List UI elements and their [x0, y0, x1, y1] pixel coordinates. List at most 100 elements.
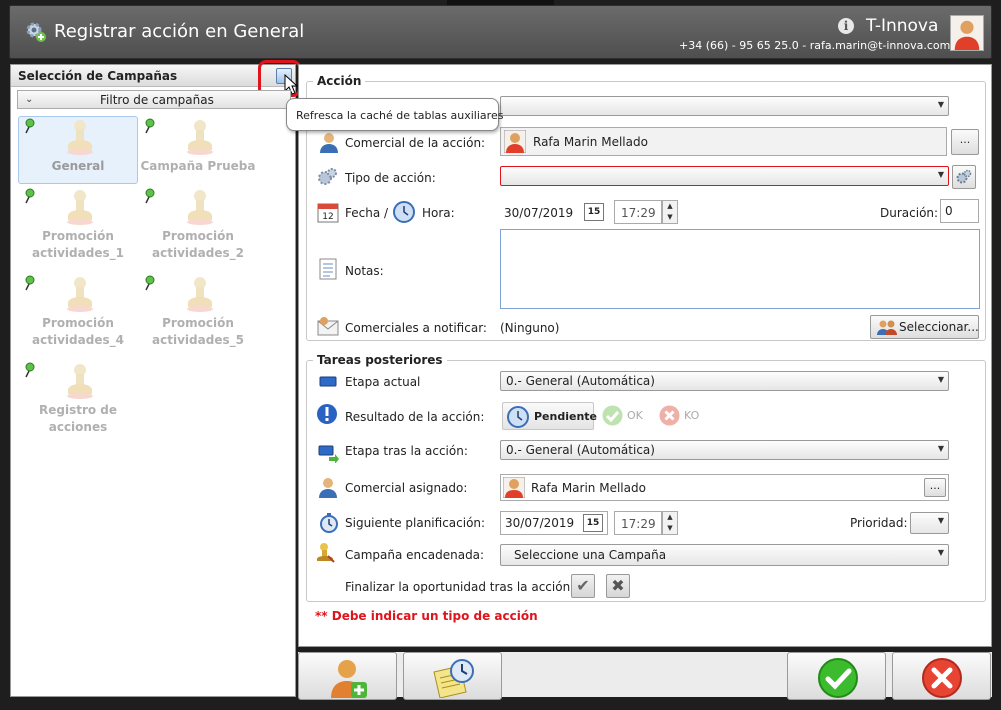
siguiente-hora-input[interactable]: 17:29 [614, 511, 662, 535]
duracion-input[interactable]: 0 [940, 199, 979, 223]
campaign-label: General [51, 159, 105, 173]
comercial-accion-picker-button[interactable]: ... [951, 129, 979, 155]
pendiente-label: Pendiente [534, 410, 598, 423]
notepad-clock-icon [433, 659, 474, 698]
stamp-icon [67, 364, 93, 399]
notas-label: Notas: [345, 264, 384, 278]
campana-encadenada-label: Campaña encadenada: [345, 548, 485, 562]
seleccionar-button[interactable]: Seleccionar... [870, 315, 979, 339]
dropdown-arrow-icon: ▼ [937, 100, 944, 109]
hora-value: 17:29 [621, 206, 656, 220]
accept-button[interactable] [787, 652, 886, 700]
campaign-label: Campaña Prueba [140, 159, 256, 173]
pin-icon [145, 275, 155, 291]
refresh-tooltip-text: Refresca la caché de tablas auxiliares [296, 109, 504, 122]
campaign-label: Promoción actividades_2 [152, 229, 244, 260]
campana-encadenada-select[interactable]: Seleccione una Campaña ▼ [500, 544, 949, 566]
cancel-button[interactable] [892, 652, 991, 700]
tipo-accion-config-button[interactable] [952, 165, 976, 189]
fecha-value[interactable]: 30/07/2019 [504, 206, 573, 220]
etapa-actual-label: Etapa actual [345, 375, 421, 389]
campaign-item[interactable]: General [18, 116, 138, 184]
stamp-icon [67, 120, 93, 155]
stage-icon [319, 376, 337, 387]
prioridad-select[interactable]: ▼ [910, 512, 949, 534]
prioridad-label: Prioridad: [850, 516, 908, 530]
comercial-asignado-picker-button[interactable]: ... [924, 478, 946, 497]
notas-textarea[interactable] [500, 229, 980, 309]
stamp-icon [187, 120, 213, 155]
ko-button[interactable]: KO [657, 403, 705, 429]
duracion-value: 0 [945, 204, 953, 218]
notes-icon [319, 258, 337, 280]
campaign-item[interactable]: Promoción actividades_4 [18, 273, 138, 347]
date-picker-icon[interactable]: 15 [583, 514, 603, 532]
pin-icon [145, 118, 155, 134]
stage-arrow-icon [318, 445, 339, 463]
add-contact-button[interactable] [298, 652, 397, 700]
accion-select[interactable]: ▼ [500, 96, 949, 116]
schedule-button[interactable] [403, 652, 502, 700]
gears-icon [956, 169, 972, 184]
etapa-actual-select[interactable]: 0.- General (Automática) ▼ [500, 371, 949, 391]
company-name: T-Innova [866, 16, 939, 36]
spin-down-icon[interactable]: ▼ [663, 212, 677, 223]
users-icon [877, 320, 897, 335]
campaign-item[interactable]: Promoción actividades_1 [18, 186, 138, 260]
calendar-icon: 12 [317, 203, 339, 223]
comercial-accion-value: Rafa Marin Mellado [533, 135, 648, 149]
dropdown-arrow-icon: ▼ [937, 170, 944, 179]
seleccionar-label: Seleccionar... [899, 320, 979, 334]
comercial-asignado-label: Comercial asignado: [345, 481, 468, 495]
check-icon [818, 658, 858, 698]
window-title: Registrar acción en General [54, 21, 305, 42]
comercial-accion-field: Rafa Marin Mellado [500, 127, 947, 156]
etapa-tras-select[interactable]: 0.- General (Automática) ▼ [500, 440, 949, 460]
spin-down-icon[interactable]: ▼ [663, 523, 677, 534]
spin-up-icon[interactable]: ▲ [663, 201, 677, 212]
campaign-item[interactable]: Campaña Prueba [138, 116, 258, 184]
campaign-filter-label: Filtro de campañas [100, 93, 214, 107]
campaign-item[interactable]: Promoción actividades_5 [138, 273, 258, 347]
error-message: ** Debe indicar un tipo de acción [315, 609, 538, 623]
siguiente-fecha-input[interactable]: 30/07/2019 15 [500, 511, 608, 535]
etapa-tras-value: 0.- General (Automática) [506, 443, 655, 457]
spin-up-icon[interactable]: ▲ [663, 512, 677, 523]
siguiente-planificacion-label: Siguiente planificación: [345, 516, 486, 530]
siguiente-hora-spinner[interactable]: ▲ ▼ [662, 511, 678, 535]
pin-icon [25, 275, 35, 291]
info-icon[interactable]: i [838, 18, 854, 34]
duracion-label: Duración: [880, 206, 939, 220]
hora-input[interactable]: 17:29 [614, 200, 662, 224]
person-icon [319, 478, 337, 498]
hora-spinner[interactable]: ▲ ▼ [662, 200, 678, 224]
campaign-item[interactable]: Registro de acciones [18, 360, 138, 434]
campaign-panel-title: Selección de Campañas [18, 69, 178, 83]
pendiente-button[interactable]: Pendiente [502, 402, 598, 430]
campaign-label: Registro de acciones [38, 403, 118, 434]
pin-icon [25, 118, 35, 134]
ko-label: KO [684, 409, 700, 422]
dropdown-arrow-icon: ▼ [937, 548, 944, 557]
exclamation-icon [317, 404, 337, 424]
close-icon [659, 405, 680, 426]
check-icon [602, 405, 623, 426]
ok-button[interactable]: OK [600, 403, 648, 429]
campaign-item[interactable]: Promoción actividades_2 [138, 186, 258, 260]
finalizar-si-button[interactable]: ✔ [571, 574, 595, 598]
tareas-group-title: Tareas posteriores [313, 353, 447, 367]
user-avatar-icon [504, 130, 526, 153]
dropdown-arrow-icon: ▼ [937, 516, 944, 525]
tipo-accion-select[interactable]: ▼ [500, 166, 949, 186]
campaign-label: Promoción actividades_4 [32, 316, 124, 347]
etapa-actual-value: 0.- General (Automática) [506, 374, 655, 388]
stamp-icon [67, 277, 93, 312]
person-icon [320, 133, 338, 153]
date-picker-icon[interactable]: 15 [584, 203, 604, 221]
stamp-icon [187, 277, 213, 312]
stopwatch-icon [320, 513, 338, 533]
user-avatar[interactable] [950, 15, 984, 51]
resultado-label: Resultado de la acción: [345, 410, 485, 424]
finalizar-no-button[interactable]: ✖ [606, 574, 630, 598]
siguiente-hora-value: 17:29 [621, 517, 656, 531]
